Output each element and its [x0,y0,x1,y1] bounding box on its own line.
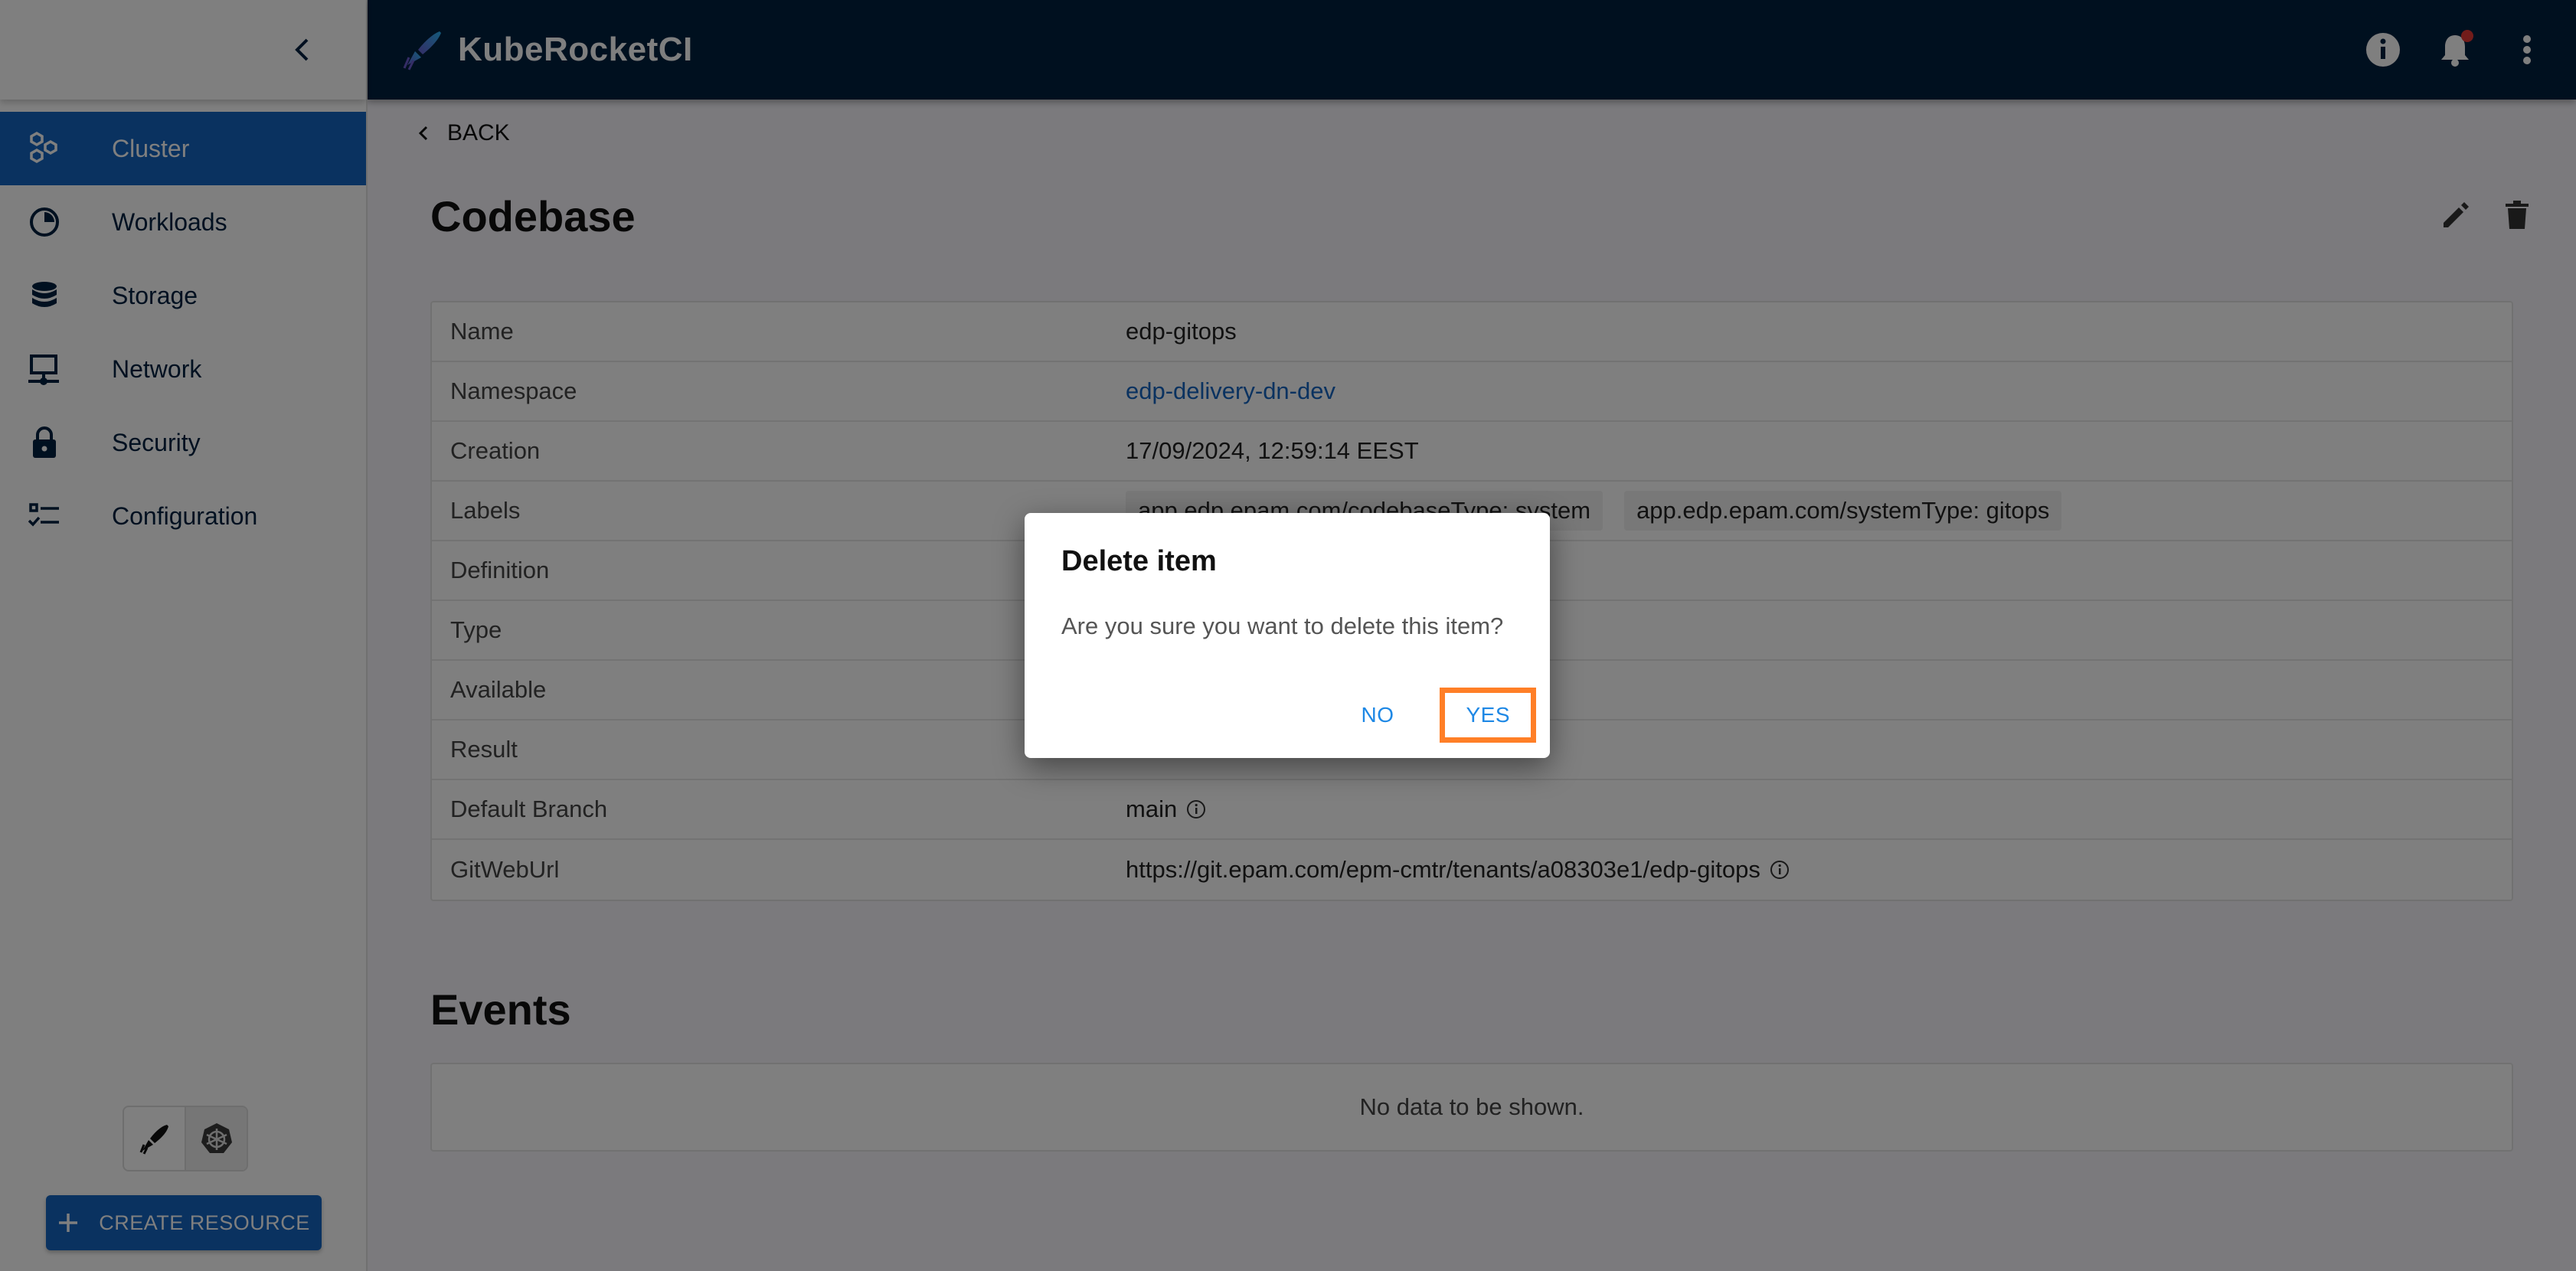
dialog-title: Delete item [1061,545,1217,577]
no-button[interactable]: NO [1342,689,1412,741]
dialog-message: Are you sure you want to delete this ite… [1061,613,1504,639]
yes-button[interactable]: YES [1440,688,1536,743]
delete-confirm-dialog: Delete item Are you sure you want to del… [1025,513,1550,758]
dialog-actions: NO YES [1342,688,1536,743]
